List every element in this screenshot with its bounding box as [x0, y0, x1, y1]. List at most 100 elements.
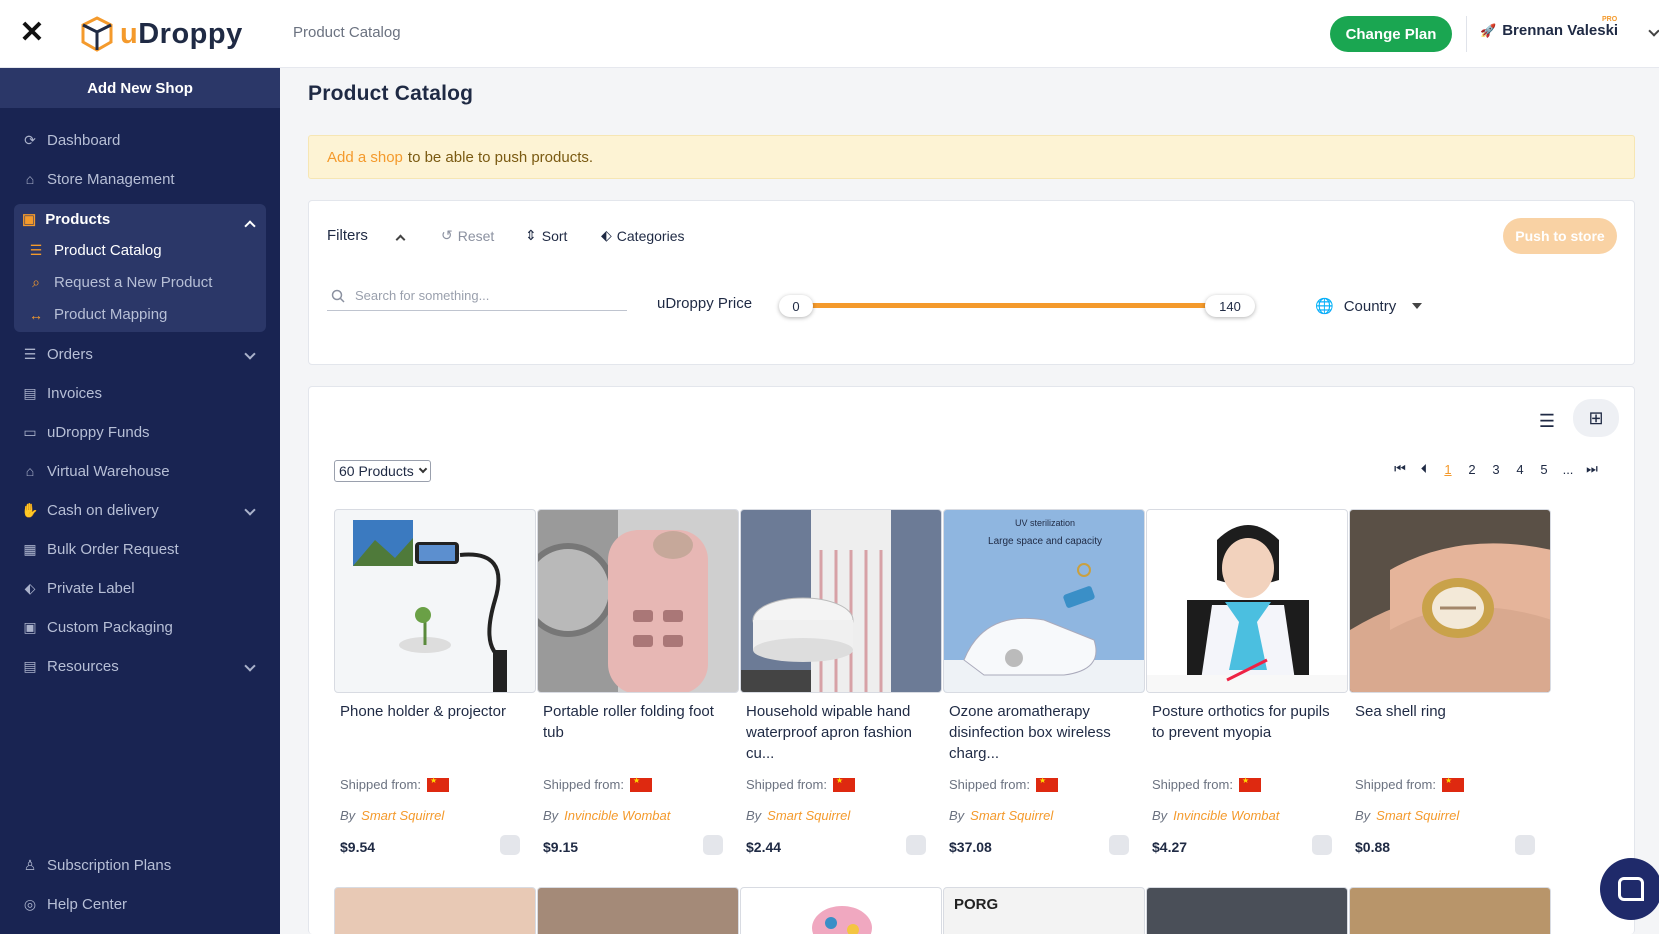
select-checkbox[interactable] — [1109, 835, 1129, 855]
sidebar-item-products[interactable]: ▣ Products — [22, 210, 110, 229]
list-view-icon[interactable]: ☰ — [1529, 403, 1565, 439]
prev-page-icon[interactable]: ⏴ — [1412, 461, 1436, 477]
sidebar-item-orders[interactable]: ☰ Orders — [22, 342, 93, 366]
chat-widget-button[interactable] — [1600, 858, 1659, 920]
logo[interactable]: uDroppy — [80, 14, 243, 54]
sidebar-item-product-catalog[interactable]: ☰ Product Catalog — [28, 242, 162, 259]
price-slider[interactable]: 0 140 — [779, 295, 1271, 317]
chevron-up-icon[interactable] — [244, 220, 256, 232]
add-shop-link[interactable]: Add a shop — [327, 149, 403, 166]
product-image[interactable] — [537, 887, 739, 934]
slider-track — [795, 303, 1235, 308]
sidebar-item-invoices[interactable]: ▤ Invoices — [22, 381, 102, 405]
product-price: $2.44 — [746, 839, 782, 855]
product-title[interactable]: Portable roller folding foot tub — [543, 701, 733, 743]
product-image[interactable]: UV sterilization Large space and capacit… — [943, 509, 1145, 693]
product-image[interactable] — [1349, 509, 1551, 693]
chevron-down-icon[interactable] — [244, 660, 256, 672]
supplier-link[interactable]: Smart Squirrel — [361, 808, 444, 823]
product-title[interactable]: Sea shell ring — [1355, 701, 1545, 722]
sidebar-item-warehouse[interactable]: ⌂ Virtual Warehouse — [22, 459, 170, 483]
sidebar-item-product-mapping[interactable]: ↔ Product Mapping — [28, 306, 167, 323]
product-card[interactable]: Phone holder & projector Shipped from: B… — [334, 509, 536, 859]
sidebar-item-dashboard[interactable]: ⟳ Dashboard — [22, 128, 120, 152]
chevron-down-icon[interactable] — [1648, 25, 1659, 37]
sort-button[interactable]: ⇕ Sort — [525, 227, 567, 244]
last-page-icon[interactable]: ⏭ — [1580, 461, 1604, 477]
close-icon[interactable]: ✕ — [18, 18, 46, 48]
filters-toggle[interactable]: Filters — [327, 227, 368, 244]
reset-button[interactable]: ↺ Reset — [441, 227, 494, 244]
sidebar-item-store-management[interactable]: ⌂ Store Management — [22, 167, 175, 191]
product-image[interactable] — [740, 509, 942, 693]
product-title[interactable]: Household wipable hand waterproof apron … — [746, 701, 936, 764]
first-page-icon[interactable]: ⏮ — [1388, 461, 1412, 477]
grid-view-icon[interactable]: ⊞ — [1573, 399, 1619, 437]
chevron-down-icon[interactable] — [244, 504, 256, 516]
select-checkbox[interactable] — [1312, 835, 1332, 855]
page-link[interactable]: 2 — [1460, 462, 1484, 477]
product-title[interactable]: Ozone aromatherapy disinfection box wire… — [949, 701, 1139, 764]
sidebar-item-private-label[interactable]: ⬖ Private Label — [22, 576, 135, 600]
sidebar-item-funds[interactable]: ▭ uDroppy Funds — [22, 420, 149, 444]
product-image[interactable] — [740, 887, 942, 934]
product-image[interactable]: PORG — [943, 887, 1145, 934]
product-image[interactable] — [334, 509, 536, 693]
product-card[interactable]: Portable roller folding foot tub Shipped… — [537, 509, 739, 859]
product-card[interactable]: Posture orthotics for pupils to prevent … — [1146, 509, 1348, 859]
sidebar-item-help[interactable]: ◎ Help Center — [22, 892, 127, 916]
categories-button[interactable]: ⬖ Categories — [601, 227, 684, 244]
sidebar-item-resources[interactable]: ▤ Resources — [22, 654, 118, 678]
page-link[interactable]: 3 — [1484, 462, 1508, 477]
sidebar-item-packaging[interactable]: ▣ Custom Packaging — [22, 615, 173, 639]
supplier-link[interactable]: Smart Squirrel — [767, 808, 850, 823]
select-checkbox[interactable] — [906, 835, 926, 855]
supplier-link[interactable]: Smart Squirrel — [1376, 808, 1459, 823]
undo-icon: ↺ — [441, 227, 453, 243]
product-card[interactable]: Household wipable hand waterproof apron … — [740, 509, 942, 859]
product-image[interactable] — [334, 887, 536, 934]
supplier-link[interactable]: Invincible Wombat — [1173, 808, 1279, 823]
chevron-up-icon[interactable] — [395, 234, 406, 245]
select-checkbox[interactable] — [703, 835, 723, 855]
supplier-link[interactable]: Smart Squirrel — [970, 808, 1053, 823]
supplier: By Smart Squirrel — [949, 808, 1054, 823]
sidebar-item-subscription[interactable]: ♙ Subscription Plans — [22, 853, 172, 877]
select-checkbox[interactable] — [500, 835, 520, 855]
search-field[interactable] — [327, 281, 627, 311]
sidebar-item-bulk-order[interactable]: ▦ Bulk Order Request — [22, 537, 178, 561]
product-image[interactable] — [1349, 887, 1551, 934]
product-card[interactable]: Sea shell ring Shipped from: BySmart Squ… — [1349, 509, 1551, 859]
country-select[interactable]: 🌐 Country — [1315, 297, 1423, 315]
product-image[interactable] — [537, 509, 739, 693]
page-link[interactable]: 4 — [1508, 462, 1532, 477]
products-per-page-select[interactable]: 60 Products — [334, 460, 431, 482]
add-new-shop-button[interactable]: Add New Shop — [0, 68, 280, 108]
select-checkbox[interactable] — [1515, 835, 1535, 855]
pro-badge: PRO — [1602, 16, 1618, 23]
page-link[interactable]: 1 — [1436, 462, 1460, 477]
supplier-link[interactable]: Invincible Wombat — [564, 808, 670, 823]
product-image[interactable] — [1146, 509, 1348, 693]
sidebar-item-request-product[interactable]: ⌕ Request a New Product — [28, 274, 212, 291]
push-to-store-button[interactable]: Push to store — [1503, 218, 1617, 254]
user-menu[interactable]: 🚀 Brennan Valeski — [1480, 22, 1618, 39]
slider-min-handle[interactable]: 0 — [779, 295, 813, 317]
boxes-icon: ▦ — [23, 540, 37, 557]
shipped-from: Shipped from: — [746, 776, 855, 792]
pagination: ⏮ ⏴ 1 2 3 4 5 ... ⏭ — [1388, 461, 1604, 477]
page-link[interactable]: 5 — [1532, 462, 1556, 477]
slider-max-handle[interactable]: 140 — [1205, 295, 1255, 317]
product-title[interactable]: Phone holder & projector — [340, 701, 530, 722]
product-card[interactable]: UV sterilization Large space and capacit… — [943, 509, 1145, 859]
product-image[interactable] — [1146, 887, 1348, 934]
product-price: $9.54 — [340, 839, 376, 855]
tag-icon: ⬖ — [601, 227, 612, 243]
search-input[interactable] — [355, 288, 615, 303]
sidebar-item-cod[interactable]: ✋ Cash on delivery — [21, 498, 158, 522]
chevron-down-icon[interactable] — [244, 348, 256, 360]
china-flag-icon — [1035, 776, 1058, 792]
breadcrumb: Product Catalog — [293, 24, 401, 41]
product-title[interactable]: Posture orthotics for pupils to prevent … — [1152, 701, 1342, 743]
change-plan-button[interactable]: Change Plan — [1330, 16, 1452, 52]
